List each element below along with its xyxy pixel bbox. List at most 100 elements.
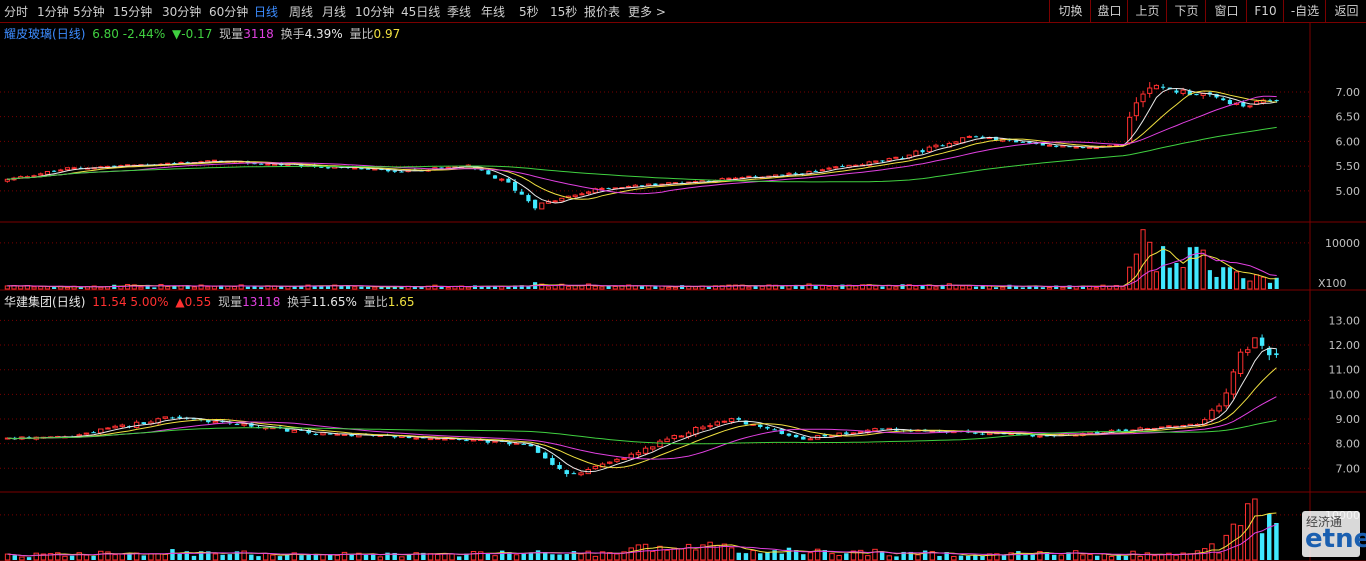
volume-bar-down: [220, 554, 225, 560]
volume-bar-up: [155, 553, 161, 561]
period-tab-6[interactable]: 日线: [254, 3, 278, 20]
price-tick-label: 5.50: [1336, 160, 1361, 173]
candle-down: [1020, 141, 1025, 143]
volume-unit-label: X100: [1318, 277, 1347, 290]
period-tab-4[interactable]: 30分钟: [162, 3, 201, 20]
candle-down: [557, 464, 562, 469]
volume-bar-up: [1080, 554, 1086, 561]
candle-down: [519, 191, 524, 195]
candle-up: [1133, 102, 1139, 117]
toolbar-button-4[interactable]: 窗口: [1205, 0, 1247, 22]
candle-up: [635, 452, 642, 456]
toolbar-button-5[interactable]: F10: [1246, 0, 1284, 22]
volume-bar-down: [349, 554, 354, 560]
volume-bar-up: [1127, 266, 1133, 290]
candle-down: [571, 473, 577, 475]
period-tab-12[interactable]: 年线: [481, 3, 505, 20]
candle-up: [873, 160, 879, 163]
candle-down: [879, 428, 885, 430]
volume-bar-down: [1267, 514, 1272, 560]
candle-down: [141, 422, 147, 424]
volume-bar-up: [1100, 284, 1106, 290]
candle-down: [793, 434, 799, 438]
period-tab-13[interactable]: 5秒: [519, 3, 539, 20]
volume-bar-down: [78, 287, 83, 289]
volume-bar-up: [592, 555, 599, 561]
period-tab-10[interactable]: 45日线: [401, 3, 440, 20]
period-tab-2[interactable]: 5分钟: [73, 3, 105, 20]
candle-down: [765, 426, 770, 429]
volume-label: 现量: [219, 27, 244, 41]
volume-bar-up: [1133, 253, 1139, 290]
toolbar-button-6[interactable]: -自选: [1283, 0, 1326, 22]
candle-up: [58, 169, 64, 172]
candle-up: [64, 167, 71, 171]
period-tab-7[interactable]: 周线: [289, 3, 313, 20]
change-value: -0.17: [181, 27, 213, 41]
period-tab-15[interactable]: 报价表: [584, 3, 620, 20]
candle-up: [492, 440, 498, 443]
candle-up: [714, 421, 720, 426]
volume-bar-up: [953, 284, 959, 290]
period-tab-3[interactable]: 15分钟: [113, 3, 152, 20]
volume-bar-down: [1016, 551, 1021, 560]
volume-bar-up: [873, 285, 879, 290]
turnover-label: 换手: [287, 295, 312, 309]
volume-bar-up: [62, 555, 68, 561]
toolbar-button-2[interactable]: 上页: [1127, 0, 1167, 22]
volume-bar-up: [552, 285, 558, 290]
candle-up: [826, 167, 832, 170]
volume-tick-label: 10000: [1325, 237, 1360, 250]
period-tab-8[interactable]: 月线: [322, 3, 346, 20]
volume-ma-line-10: [7, 524, 1277, 557]
volume-bar-up: [746, 286, 752, 290]
volume-bar-up: [434, 554, 441, 561]
candle-down: [1174, 90, 1179, 93]
stock-name[interactable]: 耀皮玻璃: [4, 27, 52, 41]
period-tab-9[interactable]: 10分钟: [355, 3, 394, 20]
period-tab-1[interactable]: 1分钟: [37, 3, 69, 20]
candle-up: [98, 428, 104, 434]
toolbar-button-7[interactable]: 返回: [1325, 0, 1366, 22]
volume-bar-up: [112, 554, 118, 561]
volume-bar-down: [1227, 267, 1232, 289]
candle-up: [71, 167, 77, 170]
candle-down: [801, 436, 806, 440]
candle-up: [1046, 144, 1053, 147]
candle-down: [1014, 140, 1019, 143]
volume-bar-down: [780, 286, 785, 289]
toolbar-button-3[interactable]: 下页: [1166, 0, 1206, 22]
volume-bar-up: [98, 286, 104, 290]
volume-bar-up: [707, 541, 713, 561]
period-tab-0[interactable]: 分时: [4, 3, 28, 20]
period-tab-14[interactable]: 15秒: [550, 3, 577, 20]
candle-up: [1230, 371, 1237, 395]
volume-bar-up: [565, 286, 572, 290]
volume-bar-up: [1216, 552, 1222, 561]
candle-up: [833, 166, 839, 169]
ma-line-60: [7, 126, 1277, 183]
toolbar-button-0[interactable]: 切换: [1049, 0, 1091, 22]
candle-down: [758, 424, 763, 427]
price-value: 6.80: [92, 27, 119, 41]
candle-up: [819, 169, 825, 172]
period-tab-16[interactable]: 更多 >: [628, 3, 666, 20]
candle-up: [1252, 337, 1258, 349]
candle-down: [327, 433, 333, 435]
price-tick-label: 11.00: [1329, 364, 1361, 377]
candle-up: [552, 200, 558, 203]
volume-bar-up: [893, 286, 899, 290]
period-tab-11[interactable]: 季线: [447, 3, 471, 20]
candle-up: [632, 184, 638, 188]
volume-bar-down: [1207, 270, 1212, 289]
candle-down: [1259, 337, 1265, 346]
volume-bar-up: [225, 285, 231, 290]
volume-bar-up: [1245, 503, 1251, 561]
candle-up: [1245, 349, 1251, 353]
volume-ma-line-5: [7, 512, 1277, 557]
candle-down: [392, 170, 397, 172]
toolbar-button-1[interactable]: 盘口: [1090, 0, 1128, 22]
period-tab-5[interactable]: 60分钟: [209, 3, 248, 20]
volume-bar-down: [259, 287, 264, 289]
stock-name[interactable]: 华建集团: [4, 295, 52, 309]
